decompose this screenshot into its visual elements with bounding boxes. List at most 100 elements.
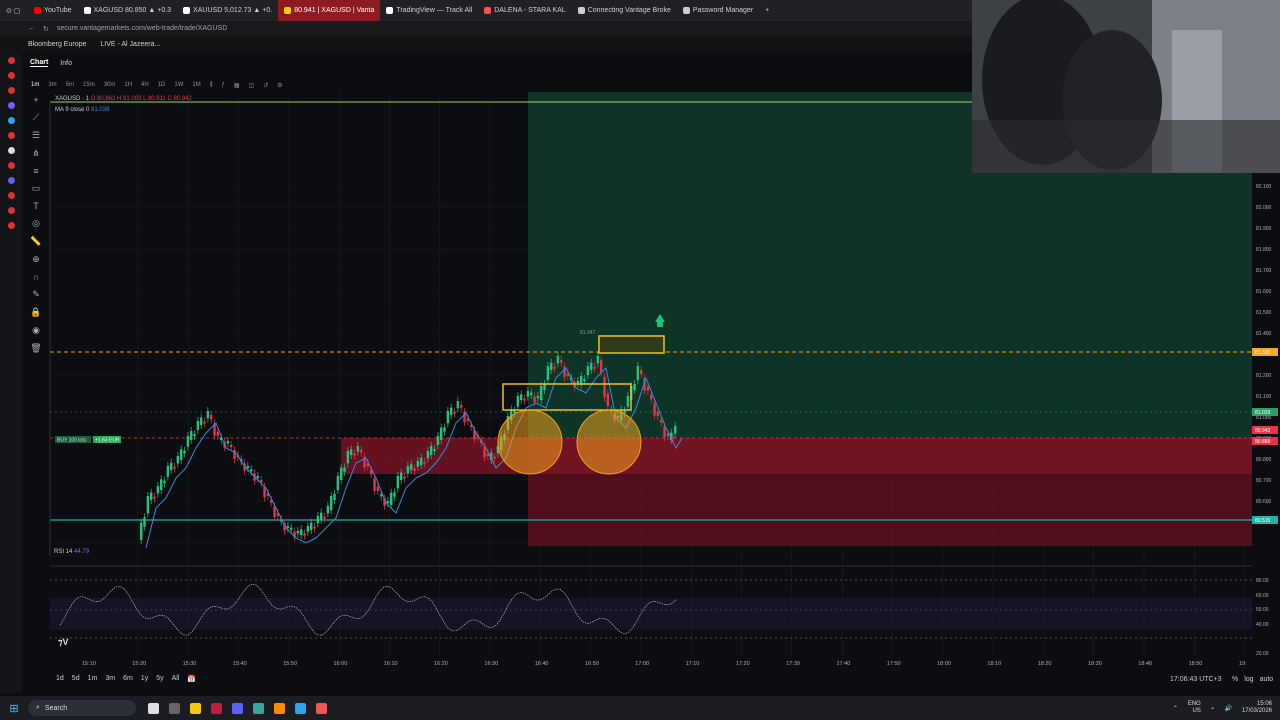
price-tick-label: 81.700: [1256, 268, 1272, 274]
ma-label[interactable]: MA 9 close 0: [55, 107, 89, 113]
time-tick-label: 16:10: [384, 661, 398, 667]
candle-body: [450, 407, 453, 415]
range-1d[interactable]: 1d: [56, 675, 64, 683]
time-tick-label: 17:50: [887, 661, 901, 667]
time-axis: 15:10 15:20 15:30 15:40 15:50 16:00 16:10 16:20…: [82, 661, 1247, 667]
log-toggle[interactable]: log: [1244, 676, 1253, 683]
candle-body: [376, 486, 380, 491]
settings-app-icon[interactable]: [169, 702, 180, 714]
candle-body: [674, 426, 677, 434]
ma-value: 81.038: [91, 107, 110, 113]
rsi-legend: RSI 14 44.79: [54, 549, 89, 555]
rsi-value: 44.79: [74, 549, 90, 555]
language-indicator[interactable]: ENG US: [1188, 701, 1201, 715]
price-tick-label: 81.500: [1256, 310, 1272, 316]
ma-legend: MA 9 close 0 81.038: [55, 107, 109, 113]
candle-body: [513, 410, 516, 414]
candle-body: [203, 421, 206, 424]
opera-icon[interactable]: [211, 702, 222, 714]
candle-body: [200, 417, 203, 425]
time-tick-label: 15:50: [283, 661, 297, 667]
tradingview-logo: ⁊V: [58, 637, 68, 647]
network-icon[interactable]: ⌁: [1211, 705, 1215, 712]
candle-body: [386, 501, 390, 503]
candle-body: [300, 529, 303, 535]
candle-body: [396, 476, 400, 489]
candle-body: [493, 456, 496, 459]
candle-body: [186, 436, 190, 447]
candle-body: [623, 410, 626, 414]
price-tag-label: 80.515: [1255, 518, 1271, 524]
candle-body: [533, 396, 536, 403]
candle-body: [306, 526, 310, 532]
candle-body: [380, 494, 383, 497]
candle-body: [403, 476, 406, 479]
percent-toggle[interactable]: %: [1232, 676, 1238, 683]
ohlc-legend: XAGUSD · 1 O 80.862 H 81.003 L 80.911 C …: [55, 96, 192, 102]
task-view-icon[interactable]: [148, 702, 159, 714]
candle-body: [356, 446, 360, 452]
candle-body: [553, 366, 556, 369]
tray-chevron-icon[interactable]: ⌃: [1173, 705, 1178, 712]
range-1y[interactable]: 1y: [141, 675, 148, 683]
candle-body: [163, 480, 166, 484]
calendar-icon[interactable]: 📅: [187, 675, 196, 683]
candle-body: [576, 381, 580, 384]
candle-body: [440, 427, 443, 440]
candle-body: [663, 426, 666, 438]
candle-body: [416, 461, 420, 467]
symbol-label[interactable]: XAGUSD · 1: [55, 96, 89, 102]
app-icon[interactable]: [274, 702, 285, 714]
language-code: ENG: [1187, 701, 1201, 707]
highlight-circle: [576, 409, 642, 475]
system-clock[interactable]: 15:06 17/03/2026: [1242, 701, 1272, 715]
range-all[interactable]: All: [172, 675, 180, 683]
candle-body: [290, 527, 293, 530]
app-icon[interactable]: [253, 702, 264, 714]
rsi-tick-label: 60.00: [1256, 593, 1269, 599]
candle-body: [410, 464, 413, 470]
candle-body: [626, 396, 630, 407]
taskbar-search[interactable]: ⌕ Search: [28, 700, 136, 716]
candle-body: [560, 360, 563, 363]
axis-options: % log auto: [1232, 676, 1273, 683]
rsi-label[interactable]: RSI 14: [54, 549, 72, 555]
candle-body: [153, 496, 156, 499]
candle-body: [453, 411, 456, 414]
candle-body: [426, 451, 430, 459]
range-6m[interactable]: 6m: [123, 675, 133, 683]
discord-app-icon[interactable]: [232, 702, 243, 714]
range-5d[interactable]: 5d: [72, 675, 80, 683]
candle-body: [296, 531, 300, 534]
auto-toggle[interactable]: auto: [1260, 676, 1274, 683]
candle-body: [286, 526, 290, 528]
rsi-tick-label: 50.00: [1256, 607, 1269, 613]
price-tick-label: 81.600: [1256, 289, 1272, 295]
time-tick-label: 15:10: [82, 661, 96, 667]
price-tick-label: 81.100: [1256, 394, 1272, 400]
buy-order-text: BUY 100 lots: [57, 438, 87, 444]
range-3m[interactable]: 3m: [105, 675, 115, 683]
candle-body: [550, 362, 553, 370]
file-explorer-icon[interactable]: [190, 702, 201, 714]
high-marker-label: 81.347: [580, 330, 596, 336]
rsi-axis: 80.00 60.00 50.00 40.00 20.00: [1256, 578, 1269, 657]
time-tick-label: 17:00: [635, 661, 649, 667]
range-1m[interactable]: 1m: [88, 675, 98, 683]
utc-clock[interactable]: 17:06:43 UTC+3: [1170, 676, 1222, 683]
candle-body: [170, 462, 173, 470]
candle-body: [346, 451, 350, 464]
candle-body: [333, 494, 336, 500]
windows-start-icon[interactable]: ⊞: [0, 702, 28, 715]
search-label: Search: [44, 704, 68, 712]
candle-body: [633, 384, 636, 390]
chrome-icon[interactable]: [316, 702, 327, 714]
volume-icon[interactable]: 🔊: [1224, 705, 1231, 712]
candle-body: [156, 486, 160, 494]
time-tick-label: 15:40: [233, 661, 247, 667]
candle-body: [653, 403, 656, 416]
time-tick-label: 19:: [1239, 661, 1247, 667]
telegram-app-icon[interactable]: [295, 702, 306, 714]
candle-body: [360, 450, 363, 453]
range-5y[interactable]: 5y: [156, 675, 163, 683]
